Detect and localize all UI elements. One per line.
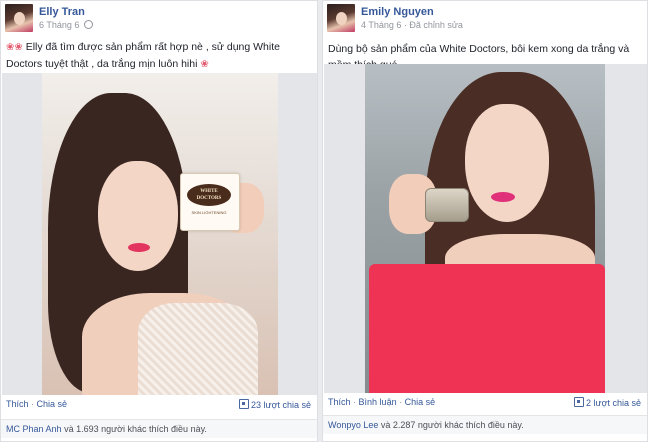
post-photo-frame[interactable]: WHITE DOCTORS SKIN LIGHTENING — [2, 73, 317, 395]
share-count[interactable]: 23 lượt chia sẻ — [239, 399, 311, 410]
avatar[interactable] — [5, 4, 33, 32]
separator: · — [31, 399, 35, 409]
brand-line1: WHITE — [200, 189, 218, 194]
share-link[interactable]: Chia sẻ — [405, 397, 436, 407]
like-link[interactable]: Thích — [328, 397, 351, 407]
post-photo[interactable]: WHITE DOCTORS SKIN LIGHTENING — [42, 73, 278, 395]
lace-top-shape — [138, 303, 258, 395]
share-link[interactable]: Chia sẻ — [37, 399, 68, 409]
lip-shape — [128, 243, 150, 252]
author-name[interactable]: Elly Tran — [39, 6, 85, 18]
share-icon — [239, 399, 250, 409]
share-count[interactable]: 2 lượt chia sẻ — [574, 397, 641, 408]
post-body: Elly đã tìm được sản phẩm rất hợp nè , s… — [6, 41, 280, 70]
liker-name[interactable]: Wonpyo Lee — [328, 420, 378, 430]
lip-shape — [491, 192, 515, 202]
separator: · — [399, 397, 403, 407]
post-header: Elly Tran 6 Tháng 6 — [5, 4, 313, 32]
likes-summary: MC Phan Anh và 1.693 người khác thích đi… — [1, 419, 317, 438]
share-count-label: 23 lượt chia sẻ — [251, 400, 311, 410]
product-subtitle: SKIN LIGHTENING — [191, 210, 227, 215]
post-date[interactable]: 6 Tháng 6 — [39, 20, 79, 30]
post-header: Emily Nguyen 4 Tháng 6 · Đã chỉnh sửa — [327, 4, 643, 32]
post-card-emily: Emily Nguyen 4 Tháng 6 · Đã chỉnh sửa Dù… — [322, 0, 648, 442]
globe-icon — [83, 20, 93, 29]
post-text: ❀❀ Elly đã tìm được sản phẩm rất hợp nè … — [6, 39, 312, 73]
flower-emoji-icon: ❀❀ — [6, 42, 23, 53]
avatar[interactable] — [327, 4, 355, 32]
post-photo[interactable] — [365, 64, 605, 393]
author-name[interactable]: Emily Nguyen — [361, 6, 434, 18]
brand-line2: DOCTORS — [196, 196, 222, 201]
product-box: WHITE DOCTORS SKIN LIGHTENING — [180, 173, 240, 231]
likes-rest[interactable]: và 2.287 người khác thích điều này. — [381, 420, 524, 430]
share-count-label: 2 lượt chia sẻ — [586, 398, 641, 408]
separator: · — [353, 397, 357, 407]
post-meta: 6 Tháng 6 — [39, 20, 93, 30]
pink-top-shape — [369, 264, 605, 393]
post-photo-frame[interactable] — [324, 64, 647, 393]
share-icon — [574, 397, 585, 407]
post-meta: 4 Tháng 6 · Đã chỉnh sửa — [361, 20, 463, 30]
action-bar: Thích · Chia sẻ 23 lượt chia sẻ — [6, 399, 311, 413]
post-date[interactable]: 4 Tháng 6 — [361, 20, 401, 30]
likes-summary: Wonpyo Lee và 2.287 người khác thích điề… — [323, 415, 647, 434]
action-bar: Thích · Bình luận · Chia sẻ 2 lượt chia … — [328, 397, 641, 411]
brand-logo: WHITE DOCTORS — [187, 184, 231, 206]
flower-emoji-icon: ❀ — [200, 59, 209, 70]
face-shape — [465, 104, 549, 222]
likes-rest[interactable]: và 1.693 người khác thích điều này. — [64, 424, 207, 434]
edited-label[interactable]: Đã chỉnh sửa — [409, 20, 463, 30]
comment-link[interactable]: Bình luận — [359, 397, 397, 407]
post-card-elly: Elly Tran 6 Tháng 6 ❀❀ Elly đã tìm được … — [0, 0, 318, 442]
product-jar — [425, 188, 469, 222]
liker-name[interactable]: MC Phan Anh — [6, 424, 62, 434]
like-link[interactable]: Thích — [6, 399, 29, 409]
face-shape — [98, 161, 178, 271]
